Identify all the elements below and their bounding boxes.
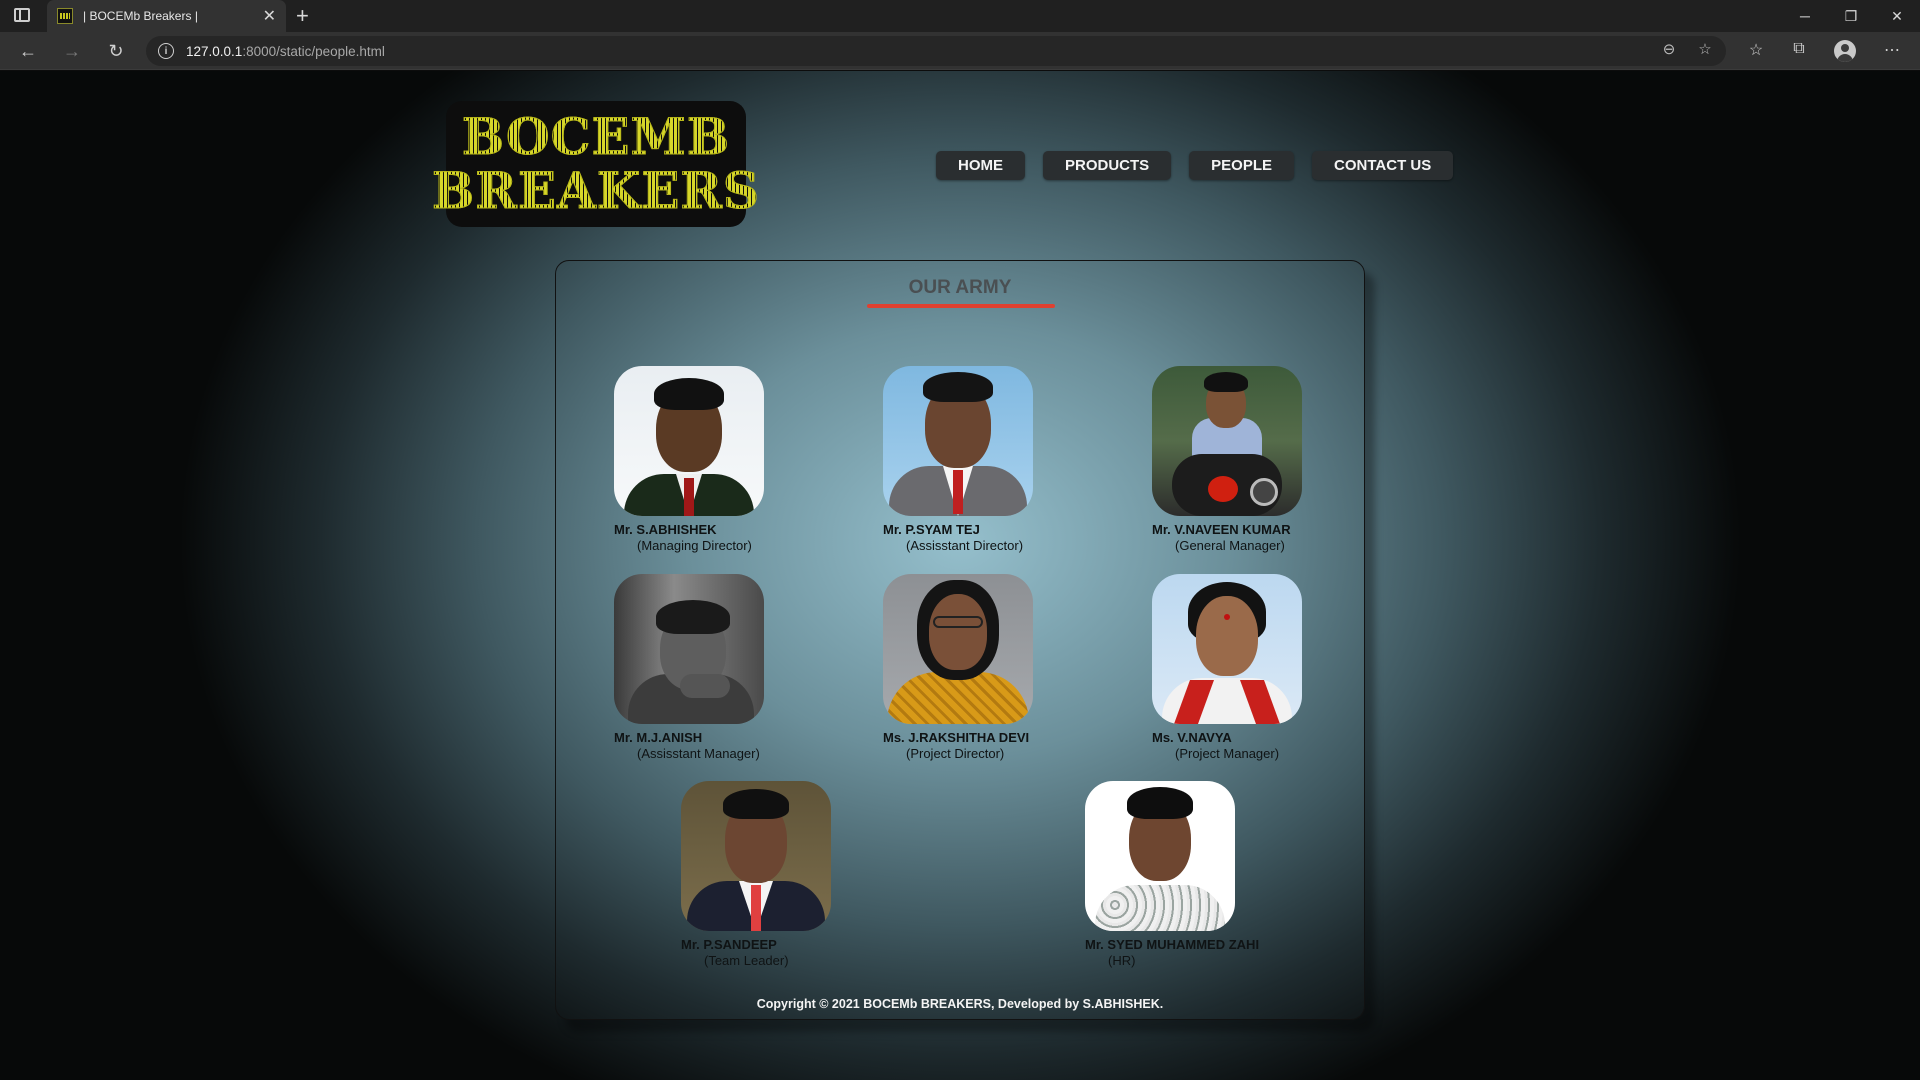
close-tab-icon[interactable]: ✕: [263, 6, 276, 26]
menu-people[interactable]: PEOPLE: [1189, 151, 1295, 180]
browser-titlebar: | BOCEMb Breakers | ✕ + ─ ❐ ✕: [0, 0, 1920, 32]
person-photo: [614, 574, 764, 724]
site-info-icon[interactable]: i: [158, 43, 174, 59]
section-title: OUR ARMY: [908, 277, 1012, 298]
person-photo: [883, 366, 1033, 516]
person-card: Ms. J.RAKSHITHA DEVI (Project Director): [883, 574, 1033, 761]
person-name: Mr. V.NAVEEN KUMAR: [1152, 522, 1291, 537]
person-card: Mr. SYED MUHAMMED ZAHI (HR): [1085, 781, 1259, 968]
site-favicon-icon: [57, 8, 73, 24]
browser-toolbar: ← → ↻ i 127.0.0.1:8000/static/people.htm…: [0, 32, 1920, 70]
restore-icon[interactable]: ❐: [1828, 0, 1874, 32]
person-photo: [1152, 574, 1302, 724]
person-role: (General Manager): [1175, 538, 1285, 553]
menu-contact-us[interactable]: CONTACT US: [1312, 151, 1454, 180]
collections-icon[interactable]: ⧉: [1787, 40, 1811, 58]
person-name: Mr. SYED MUHAMMED ZAHI: [1085, 937, 1260, 952]
person-card: Mr. P.SYAM TEJ (Assisstant Director): [883, 366, 1033, 553]
favorites-icon[interactable]: ☆: [1744, 40, 1768, 60]
person-card: Mr. V.NAVEEN KUMAR (General Manager): [1152, 366, 1302, 553]
profile-avatar[interactable]: [1834, 40, 1856, 62]
logo-line-1: BOCEMB: [461, 107, 731, 166]
person-photo: [614, 366, 764, 516]
person-photo: [1152, 366, 1302, 516]
logo-line-2: BREAKERS: [432, 161, 760, 220]
back-icon[interactable]: ←: [13, 37, 43, 65]
people-panel: OUR ARMY Mr. S.ABHISHEK (Managing Direct…: [555, 260, 1365, 1020]
window-controls: ─ ❐ ✕: [1782, 0, 1920, 32]
site-logo[interactable]: BOCEMB BREAKERS: [432, 101, 759, 227]
person-role: (HR): [1108, 953, 1136, 968]
person-name: Mr. P.SYAM TEJ: [883, 522, 980, 537]
address-bar[interactable]: i 127.0.0.1:8000/static/people.html ⊖ ☆: [146, 36, 1726, 66]
minimize-icon[interactable]: ─: [1782, 0, 1828, 32]
person-card: Mr. M.J.ANISH (Assisstant Manager): [614, 574, 764, 761]
person-card: Mr. P.SANDEEP (Team Leader): [681, 781, 831, 968]
zoom-icon[interactable]: ⊖: [1658, 40, 1680, 58]
person-role: (Assisstant Manager): [637, 746, 760, 761]
person-role: (Assisstant Director): [906, 538, 1024, 553]
person-name: Mr. P.SANDEEP: [681, 937, 777, 952]
close-window-icon[interactable]: ✕: [1874, 0, 1920, 32]
forward-icon[interactable]: →: [57, 37, 87, 65]
person-role: (Team Leader): [704, 953, 789, 968]
refresh-icon[interactable]: ↻: [101, 37, 131, 65]
person-name: Ms. V.NAVYA: [1152, 730, 1232, 745]
person-name: Mr. S.ABHISHEK: [614, 522, 717, 537]
person-photo: [681, 781, 831, 931]
person-card: Mr. S.ABHISHEK (Managing Director): [614, 366, 764, 553]
tab-title: | BOCEMb Breakers |: [83, 9, 198, 23]
url-path: :8000/static/people.html: [242, 43, 385, 59]
menu-home[interactable]: HOME: [936, 151, 1025, 180]
person-photo: [883, 574, 1033, 724]
tab-actions-icon[interactable]: [14, 8, 30, 22]
person-role: (Managing Director): [637, 538, 752, 553]
person-role: (Project Director): [906, 746, 1005, 761]
more-options-icon[interactable]: ⋯: [1880, 40, 1904, 60]
title-underline: [867, 304, 1055, 308]
person-name: Mr. M.J.ANISH: [614, 730, 703, 745]
menu-products[interactable]: PRODUCTS: [1043, 151, 1172, 180]
main-menu: HOME PRODUCTS PEOPLE CONTACT US: [936, 151, 1454, 180]
person-photo: [1085, 781, 1235, 931]
person-name: Ms. J.RAKSHITHA DEVI: [883, 730, 1030, 745]
footer-copyright: Copyright © 2021 BOCEMb BREAKERS, Develo…: [756, 997, 1164, 1011]
person-role: (Project Manager): [1175, 746, 1280, 761]
url-host: 127.0.0.1: [186, 43, 243, 59]
add-favorite-icon[interactable]: ☆: [1694, 40, 1716, 58]
page-viewport: BOCEMB BREAKERS HOME PRODUCTS PEOPLE CON…: [0, 71, 1920, 1080]
new-tab-icon[interactable]: +: [296, 4, 309, 28]
person-card: Ms. V.NAVYA (Project Manager): [1152, 574, 1302, 761]
browser-tab[interactable]: | BOCEMb Breakers | ✕: [47, 0, 286, 32]
